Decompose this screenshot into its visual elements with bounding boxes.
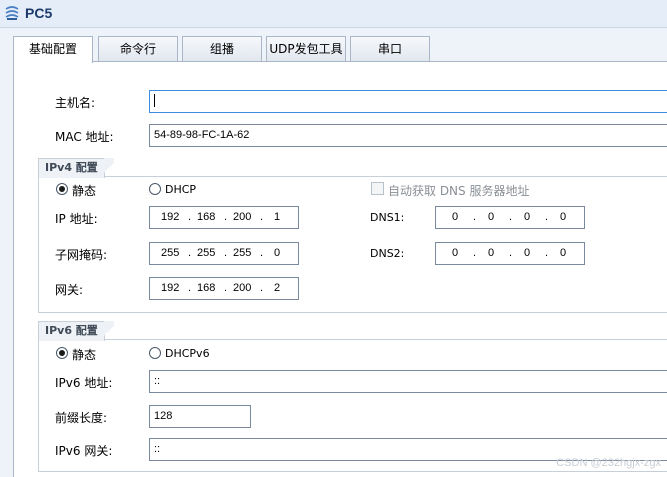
dns2-octet-1: 0 xyxy=(452,247,459,259)
ipv4-static-radio[interactable] xyxy=(56,183,68,195)
mask-octet-2: 255 xyxy=(197,247,216,259)
dns2-octet-2: 0 xyxy=(488,247,495,259)
auto-dns-checkbox[interactable] xyxy=(371,182,384,195)
dns1-octet-4: 0 xyxy=(560,211,567,223)
ip-octet-1: 192 xyxy=(161,211,180,223)
ipv6-dhcp-radio[interactable] xyxy=(149,347,161,359)
gateway-octet-4: 2 xyxy=(274,282,281,294)
text-caret xyxy=(154,93,155,107)
mask-octet-1: 255 xyxy=(161,247,180,259)
ip-octet-3: 200 xyxy=(233,211,252,223)
tab-command-line[interactable]: 命令行 xyxy=(98,36,178,62)
dns1-octet-3: 0 xyxy=(524,211,531,223)
ipv4-group-title: IPv4 配置 xyxy=(38,158,114,178)
gateway-octet-3: 200 xyxy=(233,282,252,294)
ipv6-address-field[interactable]: :: xyxy=(149,370,667,393)
ip-octet-2: 168 xyxy=(197,211,216,223)
gateway-label: 网关: xyxy=(55,283,84,297)
subnet-mask-label: 子网掩码: xyxy=(55,248,108,262)
mac-label: MAC 地址: xyxy=(55,130,114,144)
ipv6-static-label: 静态 xyxy=(72,348,97,362)
ip-octet-4: 1 xyxy=(274,211,281,223)
auto-dns-label: 自动获取 DNS 服务器地址 xyxy=(388,184,530,198)
ipv4-dhcp-radio[interactable] xyxy=(149,183,161,195)
prefix-length-field[interactable]: 128 xyxy=(149,405,251,428)
subnet-mask-field[interactable]: 255 . 255 . 255 . 0 xyxy=(149,242,299,265)
dns1-octet-1: 0 xyxy=(452,211,459,223)
ipv6-static-radio[interactable] xyxy=(56,347,68,359)
mac-field[interactable]: 54-89-98-FC-1A-62 xyxy=(149,124,667,147)
gateway-octet-1: 192 xyxy=(161,282,180,294)
dns1-field[interactable]: 0 . 0 . 0 . 0 xyxy=(435,206,585,229)
dns1-label: DNS1: xyxy=(370,211,405,224)
ipv4-dhcp-label: DHCP xyxy=(165,183,197,196)
ipv4-static-label: 静态 xyxy=(72,184,97,198)
dns2-octet-3: 0 xyxy=(524,247,531,259)
dns2-octet-4: 0 xyxy=(560,247,567,259)
ipv6-dhcp-label: DHCPv6 xyxy=(165,347,210,360)
ipv6-address-label: IPv6 地址: xyxy=(55,376,113,390)
tab-udp-tool[interactable]: UDP发包工具 xyxy=(266,36,346,62)
watermark: CSDN @232hgjx-zgx xyxy=(556,457,661,469)
mask-octet-3: 255 xyxy=(233,247,252,259)
ipv6-group-title: IPv6 配置 xyxy=(38,321,114,341)
dns2-field[interactable]: 0 . 0 . 0 . 0 xyxy=(435,242,585,265)
prefix-length-label: 前缀长度: xyxy=(55,411,108,425)
tab-serial-port[interactable]: 串口 xyxy=(350,36,430,62)
ip-address-label: IP 地址: xyxy=(55,212,98,226)
basic-config-panel: 主机名: MAC 地址: 54-89-98-FC-1A-62 IPv4 配置 静… xyxy=(13,62,667,477)
ip-address-field[interactable]: 192 . 168 . 200 . 1 xyxy=(149,206,299,229)
window-title: PC5 xyxy=(25,5,53,21)
dns2-label: DNS2: xyxy=(370,247,405,260)
ipv4-group-label: IPv4 配置 xyxy=(45,161,98,174)
mask-octet-4: 0 xyxy=(274,247,281,259)
title-bar: PC5 xyxy=(0,0,667,28)
gateway-field[interactable]: 192 . 168 . 200 . 2 xyxy=(149,277,299,300)
hostname-input[interactable] xyxy=(149,90,667,113)
dns1-octet-2: 0 xyxy=(488,211,495,223)
network-pc-icon xyxy=(5,6,19,20)
hostname-label: 主机名: xyxy=(55,96,96,110)
ipv6-group-label: IPv6 配置 xyxy=(45,324,98,337)
tab-multicast[interactable]: 组播 xyxy=(182,36,262,62)
ipv6-gateway-label: IPv6 网关: xyxy=(55,444,113,458)
tab-basic-config[interactable]: 基础配置 xyxy=(13,36,93,63)
gateway-octet-2: 168 xyxy=(197,282,216,294)
